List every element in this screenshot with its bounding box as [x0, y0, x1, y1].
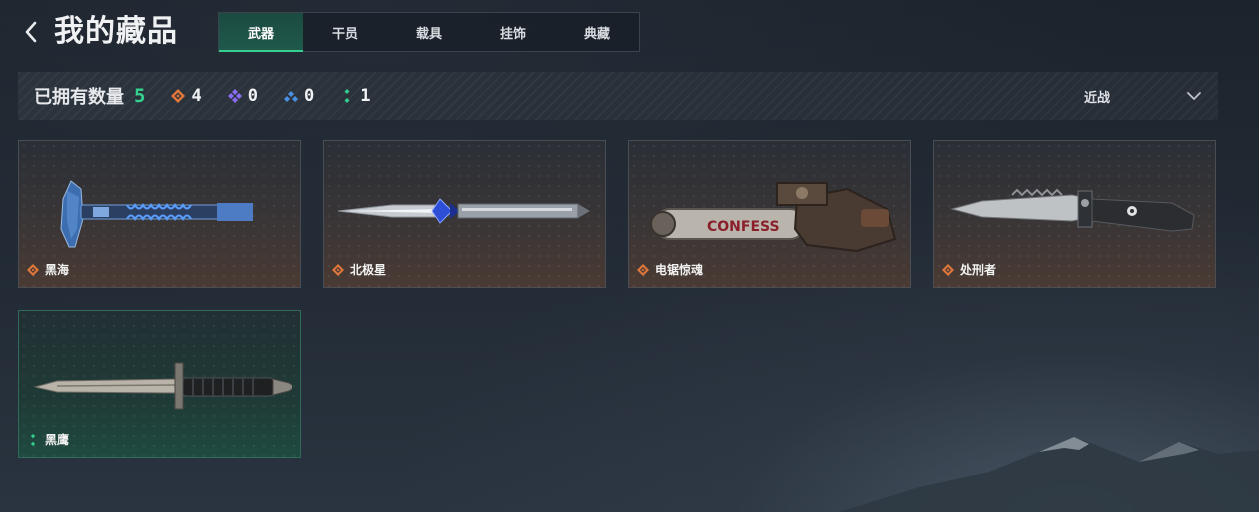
back-button[interactable]	[18, 12, 44, 52]
rarity-stat-purple: 0	[227, 86, 258, 106]
tab-operators[interactable]: 干员	[303, 13, 387, 51]
tab-collection[interactable]: 典藏	[555, 13, 639, 51]
green-diamond-icon	[344, 89, 350, 103]
item-name-row: 北极星	[332, 261, 386, 278]
item-name: 北极星	[350, 263, 387, 277]
tab-charms[interactable]: 挂饰	[471, 13, 555, 51]
item-name-row: 黑海	[27, 261, 69, 278]
dagger-weapon-art	[337, 198, 590, 224]
owned-count-value: 5	[134, 85, 146, 107]
item-name: 处刑者	[960, 263, 997, 277]
mountain-background-art	[839, 437, 1259, 512]
item-name-row: 处刑者	[942, 261, 996, 278]
category-tabs: 武器 干员 载具 挂饰 典藏	[218, 12, 640, 52]
rarity-count-purple: 0	[247, 86, 258, 106]
item-card-heiying[interactable]: 黑鹰	[18, 310, 301, 458]
item-card-heihai[interactable]: 黑海	[18, 140, 301, 288]
item-name-row: 电锯惊魂	[637, 261, 703, 278]
weapon-type-filter-dropdown[interactable]: 近战	[1084, 72, 1202, 120]
chevron-down-icon	[1187, 92, 1201, 100]
ownership-stats-bar: 已拥有数量 5 4 0 0 1 近战	[18, 72, 1218, 120]
rarity-stat-orange: 4	[171, 86, 202, 106]
item-card-beijixing[interactable]: 北极星	[323, 140, 606, 288]
orange-diamond-icon	[637, 263, 649, 276]
chevron-left-icon	[25, 21, 37, 43]
page-title: 我的藏品	[54, 14, 178, 49]
orange-diamond-icon	[27, 263, 39, 276]
filter-selected-value: 近战	[1083, 90, 1110, 106]
orange-diamond-icon	[332, 263, 344, 276]
item-name: 黑鹰	[45, 433, 70, 447]
rarity-count-blue: 0	[303, 86, 315, 106]
item-name-row: 黑鹰	[27, 431, 69, 448]
purple-diamond-icon	[227, 89, 242, 103]
rarity-stat-blue: 0	[283, 86, 315, 106]
knife-weapon-art	[950, 188, 1195, 232]
blue-diamond-icon	[283, 91, 298, 102]
rarity-count-green: 1	[360, 86, 371, 106]
rarity-stat-green: 1	[340, 86, 370, 106]
orange-diamond-icon	[942, 263, 954, 276]
item-card-chuxingzhe[interactable]: 处刑者	[933, 140, 1216, 288]
rarity-count-orange: 4	[191, 86, 202, 106]
orange-diamond-icon	[171, 89, 186, 103]
chainsaw-weapon-art: CONFESS	[650, 182, 897, 253]
tab-vehicles[interactable]: 载具	[387, 13, 471, 51]
tab-weapons[interactable]: 武器	[219, 13, 303, 52]
bayonet-weapon-art	[34, 362, 292, 410]
item-name: 黑海	[45, 263, 70, 277]
item-card-dianjujinghun[interactable]: CONFESS 电锯惊魂	[628, 140, 911, 288]
page-header: 我的藏品	[18, 12, 178, 52]
chainsaw-graffiti-text: CONFESS	[707, 219, 780, 235]
axe-weapon-art	[60, 180, 253, 248]
green-diamond-icon	[30, 433, 36, 446]
item-name: 电锯惊魂	[655, 263, 704, 277]
owned-count-label: 已拥有数量	[34, 87, 124, 108]
